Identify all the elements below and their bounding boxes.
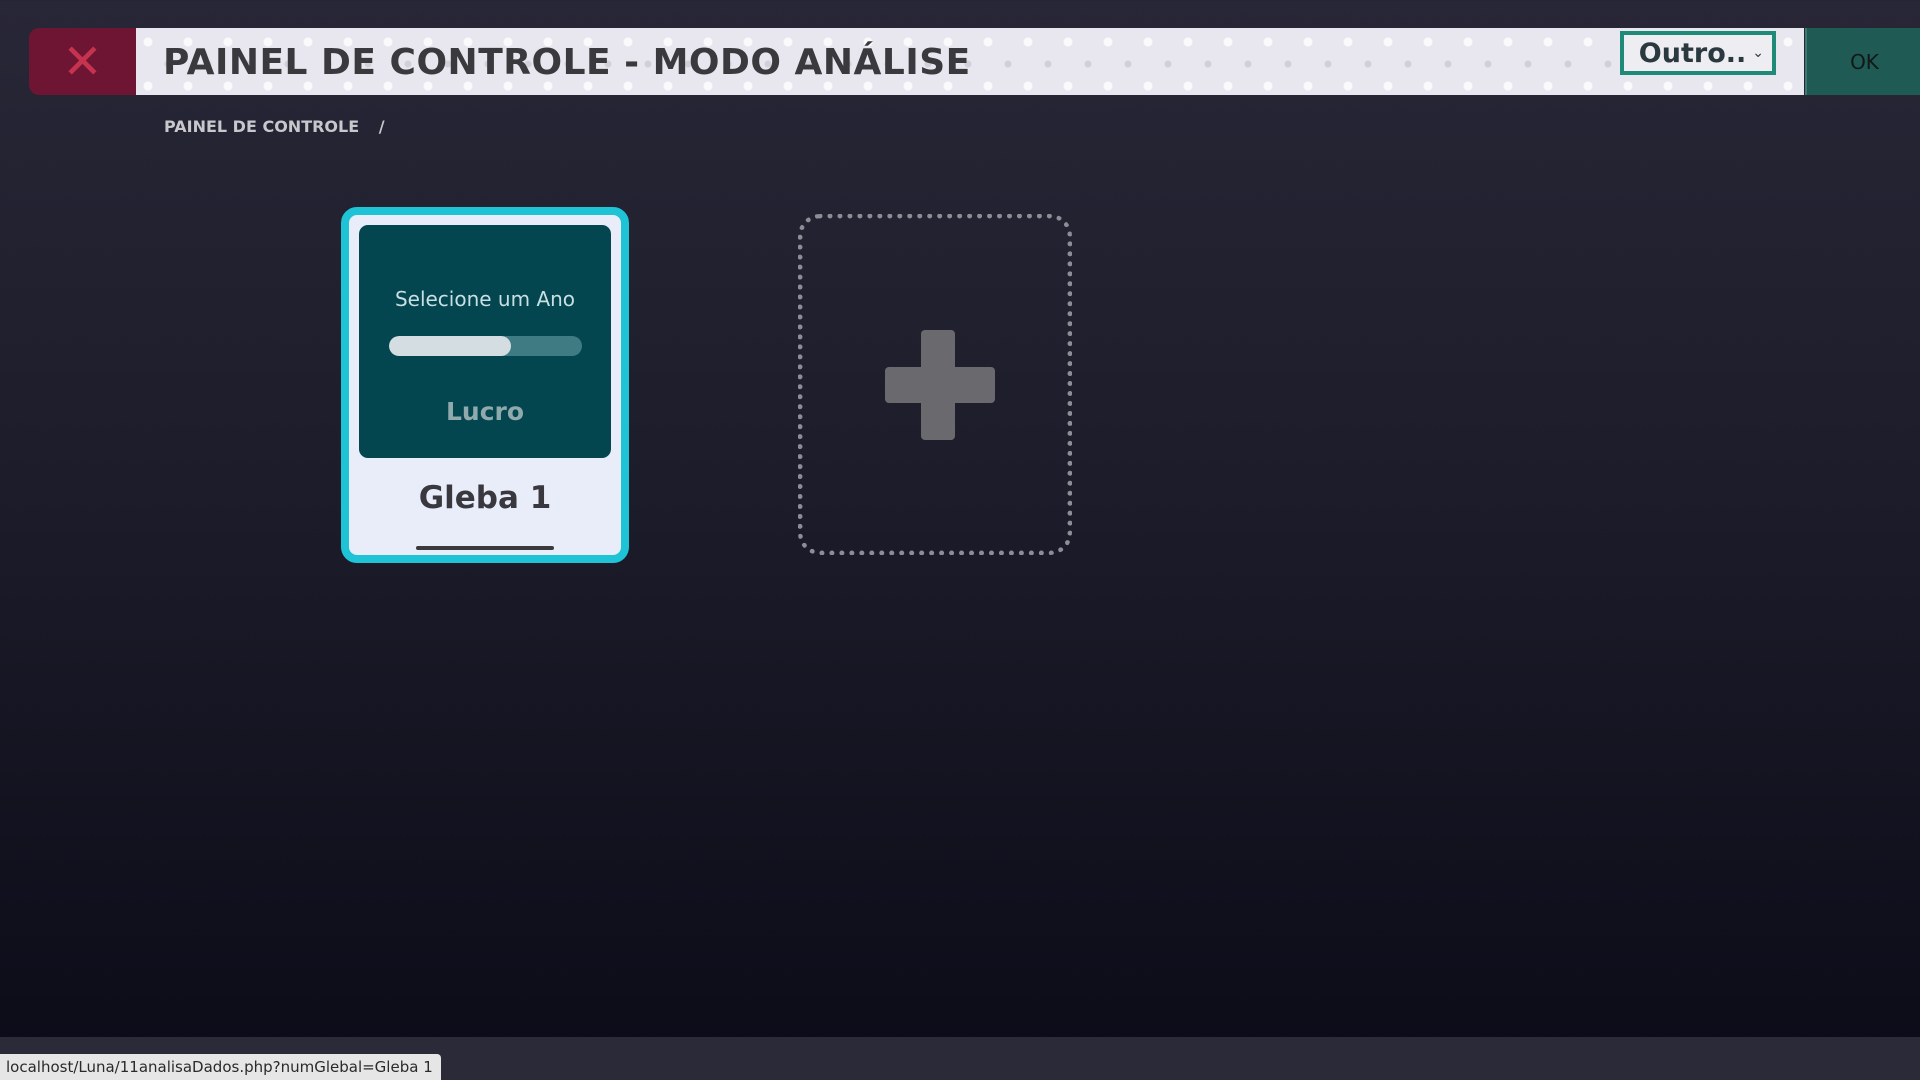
year-prompt: Selecione um Ano: [394, 287, 576, 311]
gleba-card-panel: Selecione um Ano Lucro: [359, 225, 611, 458]
ok-button[interactable]: OK: [1805, 28, 1920, 95]
progress-bar: [389, 336, 582, 356]
breadcrumb-item-painel[interactable]: PAINEL DE CONTROLE: [164, 117, 359, 136]
select-value: Outro..: [1638, 37, 1747, 69]
metric-label: Lucro: [445, 397, 525, 426]
plus-icon-bar: [885, 367, 995, 403]
close-icon: ✕: [62, 33, 103, 90]
analysis-select[interactable]: Outro.. ⌄: [1620, 31, 1776, 75]
close-button[interactable]: ✕: [29, 28, 136, 95]
page-title: PAINEL DE CONTROLE - MODO ANÁLISE: [163, 42, 971, 83]
status-url: localhost/Luna/11analisaDados.php?numGle…: [0, 1054, 441, 1080]
breadcrumb-separator: /: [378, 117, 385, 136]
gleba-card[interactable]: Selecione um Ano Lucro Gleba 1: [341, 207, 629, 563]
breadcrumb: PAINEL DE CONTROLE /: [164, 117, 385, 136]
header-bar: ✕ PAINEL DE CONTROLE - MODO ANÁLISE Outr…: [29, 28, 1920, 95]
ok-button-label: OK: [1850, 49, 1879, 74]
progress-fill: [389, 336, 511, 356]
gleba-name: Gleba 1: [418, 480, 552, 516]
chevron-down-icon: ⌄: [1752, 45, 1764, 61]
add-gleba-card[interactable]: [798, 214, 1072, 555]
title-band: PAINEL DE CONTROLE - MODO ANÁLISE: [136, 28, 1804, 95]
card-underline: [416, 546, 554, 550]
